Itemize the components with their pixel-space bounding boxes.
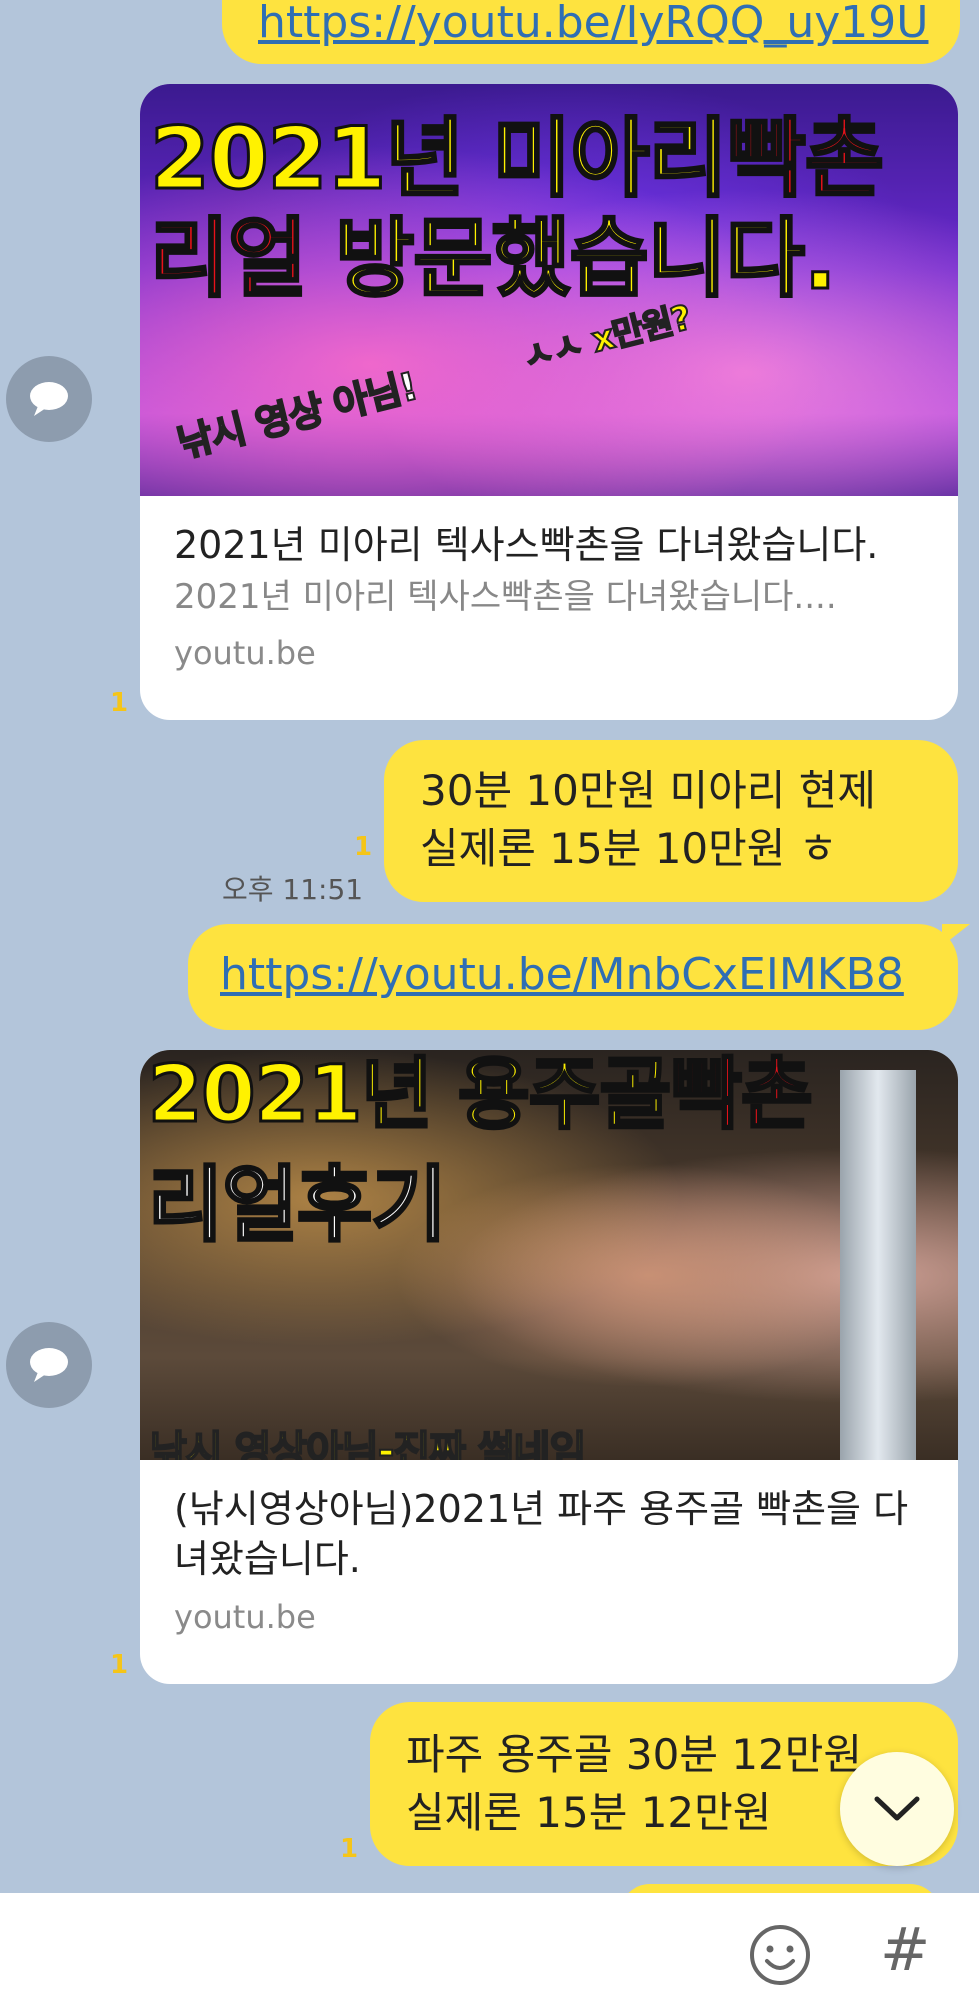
text-bubble-1-line1: 30분 10만원 미아리 현제 <box>420 766 877 815</box>
text-bubble-1-line2: 실제론 15분 10만원 ㅎ <box>420 824 838 873</box>
text-bubble-1[interactable]: 30분 10만원 미아리 현제 실제론 15분 10만원 ㅎ <box>384 740 958 902</box>
scroll-down-button[interactable] <box>840 1752 954 1866</box>
link-preview-card-2[interactable]: 2021년 용주골빡촌 리얼후기 낚시 영상아님-진짜 썰네임 (낚시영상아님)… <box>140 1050 958 1684</box>
card1-description: 2021년 미아리 텍사스빡촌을 다녀왔습니다.... <box>174 577 837 617</box>
thumb2-title-line2: 리얼후기 <box>147 1157 449 1255</box>
link-bubble-1[interactable]: https://youtu.be/IyRQQ_uy19U <box>222 0 960 64</box>
emoji-button[interactable] <box>748 1923 812 1987</box>
thumb1-title-line2: 리얼 방문했습니다. <box>148 208 838 311</box>
video-thumbnail-2[interactable]: 2021년 용주골빡촌 리얼후기 낚시 영상아님-진짜 썰네임 <box>140 1050 958 1460</box>
thumb2-title-line1: 2021년 용주골빡촌 <box>146 1050 814 1142</box>
chevron-down-icon <box>874 1796 920 1821</box>
hash-icon: # <box>880 1915 931 1985</box>
card1-title: 2021년 미아리 텍사스빡촌을 다녀왔습니다. <box>174 523 879 567</box>
read-count-2: 1 <box>354 832 373 862</box>
thumb1-overlay-text: 낚시 영상 아님! <box>172 363 422 467</box>
read-count-3: 1 <box>110 1650 129 1680</box>
link-bubble-2[interactable]: https://youtu.be/MnbCxEIMKB8 <box>188 924 970 1030</box>
card2-title: (낚시영상아님)2021년 파주 용주골 빡촌을 다녀왔습니다. <box>174 1487 909 1581</box>
link-preview-card-1[interactable]: 2021년 미아리빡촌 리얼 방문했습니다. 낚시 영상 아님! ㅅㅅ x만원?… <box>140 84 958 720</box>
thumb2-bottom-text: 낚시 영상아님-진짜 썰네임 <box>149 1427 587 1460</box>
text-bubble-3-partial[interactable] <box>620 1884 940 1893</box>
card2-domain: youtu.be <box>174 1598 316 1636</box>
read-count-4: 1 <box>340 1834 359 1864</box>
link-text-2[interactable]: https://youtu.be/MnbCxEIMKB8 <box>220 949 904 1000</box>
hash-button[interactable]: # <box>880 1915 930 1985</box>
chat-area[interactable]: https://youtu.be/IyRQQ_uy19U 2021년 미아리빡촌… <box>0 0 979 1893</box>
link-text-1[interactable]: https://youtu.be/IyRQQ_uy19U <box>258 0 928 48</box>
video-thumbnail-1[interactable]: 2021년 미아리빡촌 리얼 방문했습니다. 낚시 영상 아님! ㅅㅅ x만원? <box>140 84 958 496</box>
chat-bubble-icon[interactable] <box>6 356 92 442</box>
chat-bubble-icon[interactable] <box>6 1322 92 1408</box>
card1-domain: youtu.be <box>174 634 316 672</box>
message-time: 오후 11:51 <box>222 873 364 906</box>
read-count-1: 1 <box>110 688 129 718</box>
message-input-bar[interactable]: # <box>0 1893 979 2013</box>
emoji-icon <box>750 1925 810 1985</box>
